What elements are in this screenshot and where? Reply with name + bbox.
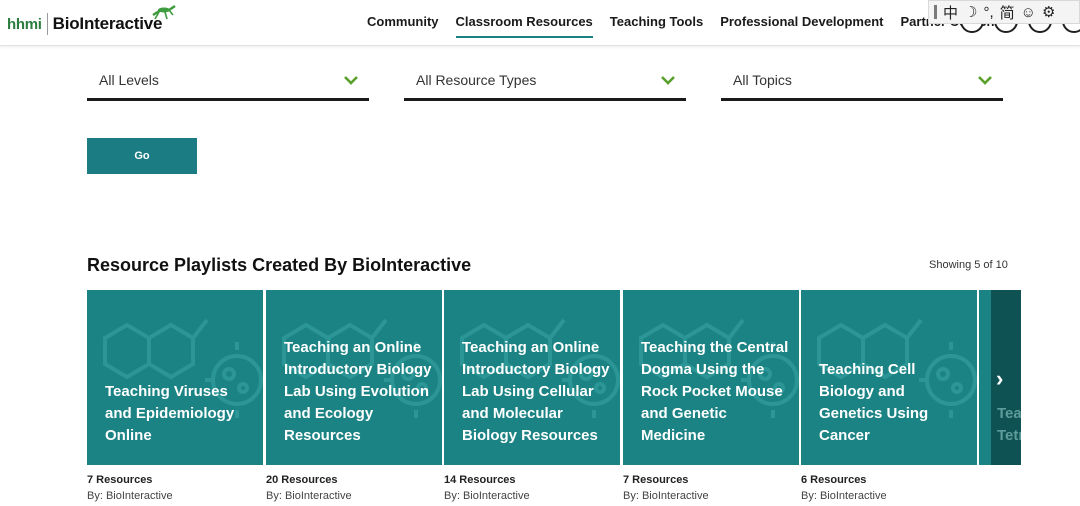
top-navigation-bar: hhmi BioInteractive Community Classroom … — [0, 0, 1080, 46]
partial-card-title: Tea Usi Tetr — [997, 405, 1021, 444]
topics-select[interactable]: All Topics — [721, 66, 1003, 101]
ime-simplified-icon[interactable]: 简 — [1000, 2, 1015, 23]
nav-teaching-tools[interactable]: Teaching Tools — [610, 14, 703, 29]
playlist-card-author: By: BioInteractive — [801, 490, 887, 502]
logo-hhmi: hhmi — [7, 15, 42, 33]
chevron-down-icon — [661, 76, 675, 85]
chevron-down-icon — [344, 76, 358, 85]
playlist-card-author: By: BioInteractive — [444, 490, 530, 502]
playlist-card[interactable]: Teaching Viruses and Epidemiology Online — [87, 290, 263, 465]
ime-emoji-icon[interactable]: ☺ — [1021, 4, 1036, 21]
nav-classroom-resources[interactable]: Classroom Resources — [455, 14, 594, 38]
nav-professional-development[interactable]: Professional Development — [720, 14, 883, 29]
ime-punctuation-icon[interactable]: °, — [983, 4, 993, 21]
go-button[interactable]: Go — [87, 138, 197, 174]
nav-community[interactable]: Community — [367, 14, 439, 29]
playlist-card[interactable]: Teaching an Online Introductory Biology … — [266, 290, 442, 465]
ime-chinese-mode-icon[interactable]: 中 — [943, 2, 958, 23]
ime-moon-icon[interactable]: ☽ — [964, 3, 977, 21]
section-title: Resource Playlists Created By BioInterac… — [87, 255, 472, 275]
playlist-card-title[interactable]: Teaching Viruses and Epidemiology Online — [105, 381, 255, 447]
playlist-card-title[interactable]: Teaching Cell Biology and Genetics Using… — [819, 359, 969, 447]
playlist-card-author: By: BioInteractive — [266, 490, 352, 502]
playlist-card-count: 7 Resources — [87, 474, 153, 486]
site-logo[interactable]: hhmi BioInteractive — [7, 4, 176, 38]
playlist-card-title[interactable]: Teaching the Central Dogma Using the Roc… — [641, 337, 791, 447]
levels-select[interactable]: All Levels — [87, 66, 369, 101]
playlist-card[interactable]: Teaching an Online Introductory Biology … — [444, 290, 620, 465]
main-nav: Community Classroom Resources Teaching T… — [367, 14, 999, 38]
showing-count: Showing 5 of 10 — [929, 259, 1008, 271]
logo-biointeractive: BioInteractive — [52, 14, 163, 33]
resource-types-select[interactable]: All Resource Types — [404, 66, 686, 101]
grasshopper-logo-icon — [152, 4, 176, 20]
partial-card-edge — [979, 290, 991, 465]
playlist-card-author: By: BioInteractive — [87, 490, 173, 502]
carousel-next-arrow-icon[interactable]: › — [996, 366, 1003, 392]
playlist-card-author: By: BioInteractive — [623, 490, 709, 502]
levels-select-value: All Levels — [99, 72, 159, 88]
chevron-down-icon — [978, 76, 992, 85]
playlist-card-count: 7 Resources — [623, 474, 689, 486]
ime-toolbar: 中 ☽ °, 简 ☺ ⚙ — [928, 0, 1080, 24]
playlist-card-count: 20 Resources — [266, 474, 338, 486]
playlist-card-count: 14 Resources — [444, 474, 516, 486]
playlist-card[interactable]: Teaching Cell Biology and Genetics Using… — [801, 290, 977, 465]
logo-divider — [46, 13, 48, 35]
playlist-card-title[interactable]: Teaching an Online Introductory Biology … — [462, 337, 612, 447]
topics-select-value: All Topics — [733, 72, 792, 88]
ime-settings-icon[interactable]: ⚙ — [1042, 3, 1055, 21]
resource-types-select-value: All Resource Types — [416, 72, 537, 88]
ime-handle[interactable] — [934, 5, 937, 19]
playlist-card-title[interactable]: Teaching an Online Introductory Biology … — [284, 337, 434, 447]
playlist-card-count: 6 Resources — [801, 474, 867, 486]
playlist-card[interactable]: Teaching the Central Dogma Using the Roc… — [623, 290, 799, 465]
